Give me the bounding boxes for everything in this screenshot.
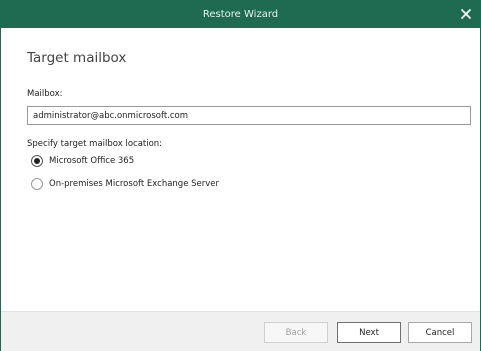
- close-icon: [461, 9, 471, 19]
- wizard-content: Target mailbox Mailbox: Specify target m…: [1, 28, 480, 311]
- page-title: Target mailbox: [27, 50, 127, 66]
- close-button[interactable]: [458, 6, 474, 22]
- title-bar: Restore Wizard: [1, 1, 480, 28]
- radio-button-unselected[interactable]: [31, 178, 43, 190]
- cancel-button[interactable]: Cancel: [408, 322, 472, 343]
- radio-label-onpremises-exchange: On-premises Microsoft Exchange Server: [49, 179, 219, 189]
- mailbox-label: Mailbox:: [27, 89, 63, 99]
- radio-onpremises-exchange[interactable]: On-premises Microsoft Exchange Server: [31, 177, 219, 191]
- radio-label-office365: Microsoft Office 365: [49, 156, 135, 166]
- wizard-footer: Back Next Cancel: [1, 311, 480, 351]
- next-button[interactable]: Next: [337, 322, 401, 343]
- window-title: Restore Wizard: [202, 9, 279, 20]
- back-button[interactable]: Back: [264, 322, 328, 343]
- location-label: Specify target mailbox location:: [27, 139, 163, 149]
- radio-office365[interactable]: Microsoft Office 365: [31, 154, 134, 168]
- restore-wizard-window: Restore Wizard Target mailbox Mailbox: S…: [0, 0, 481, 351]
- mailbox-input[interactable]: [27, 106, 471, 125]
- radio-button-selected[interactable]: [31, 155, 43, 167]
